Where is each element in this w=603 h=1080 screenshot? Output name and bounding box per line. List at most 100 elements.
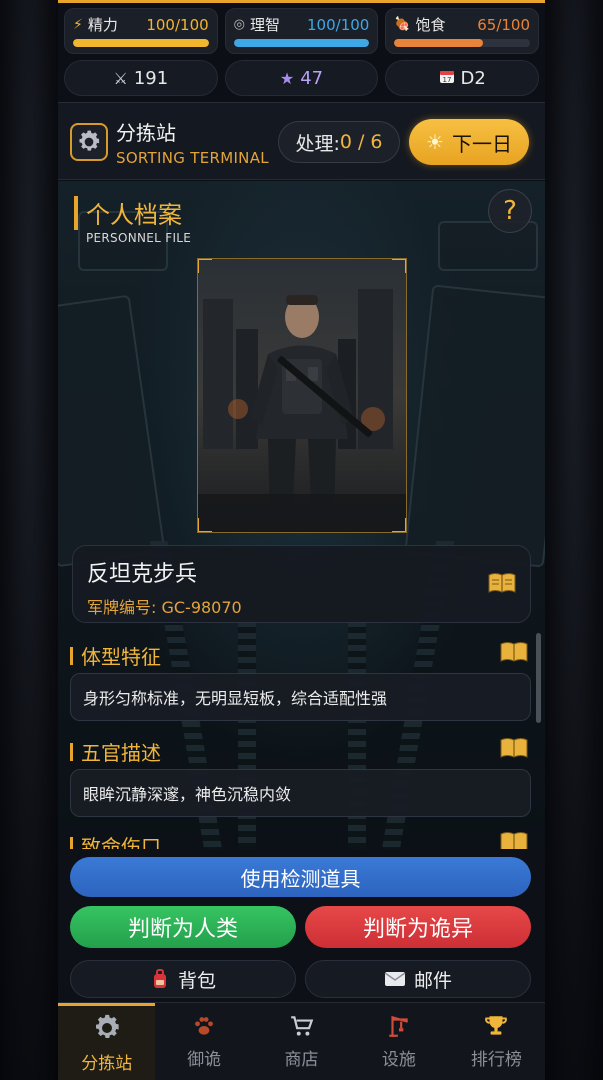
tab-leaderboard[interactable]: 排行榜 xyxy=(448,1003,545,1080)
food-icon: 🍖 xyxy=(394,17,411,32)
frame-corner xyxy=(198,259,212,273)
stat-energy-fill xyxy=(73,39,209,47)
scrollbar[interactable] xyxy=(536,633,541,723)
process-counter: 处理: 0 / 6 xyxy=(278,121,400,163)
stat-hunger-bar xyxy=(394,39,531,47)
kills-value: 191 xyxy=(133,67,169,89)
action-panel: 使用检测道具 判断为人类 判断为诡异 背包 邮件 xyxy=(58,849,545,1002)
frame-corner xyxy=(392,518,406,532)
soldier-portrait xyxy=(198,259,406,532)
section-body-type: 体型特征 xyxy=(70,641,161,670)
right-backdrop xyxy=(545,0,603,1080)
section-marker xyxy=(70,836,73,849)
open-book-icon[interactable] xyxy=(500,831,528,849)
tab-label: 御诡 xyxy=(187,1050,222,1070)
bg-machinery xyxy=(58,294,166,568)
use-detector-button[interactable]: 使用检测道具 xyxy=(70,857,531,897)
section-marker xyxy=(70,742,73,761)
personnel-file-heading: 个人档案 xyxy=(86,201,182,229)
crane-icon xyxy=(389,1015,408,1037)
question-icon: ? xyxy=(503,196,517,226)
tab-shop[interactable]: 商店 xyxy=(253,1003,350,1080)
lightning-icon: ⚡ xyxy=(73,16,83,33)
body-type-description: 身形匀称标准，无明显短板，综合适配性强 xyxy=(70,673,531,721)
portrait-frame xyxy=(197,258,407,533)
sun-icon: ☀ xyxy=(426,130,444,154)
facial-description: 眼眸沉静深邃，神色沉稳内敛 xyxy=(70,769,531,817)
help-button[interactable]: ? xyxy=(488,189,532,233)
tab-label: 商店 xyxy=(284,1050,319,1070)
backpack-icon xyxy=(153,969,166,988)
section-fatal-wound-title: 致命伤口 xyxy=(81,835,161,849)
personnel-file-title: 个人档案 xyxy=(74,195,182,230)
day-value: D2 xyxy=(460,67,486,89)
gear-icon xyxy=(95,1014,119,1038)
bottom-tab-bar: 分拣站 御诡 商店 设施 排行榜 xyxy=(58,1002,545,1080)
svg-text:17: 17 xyxy=(442,76,451,84)
stat-sanity-label: 理智 xyxy=(250,16,281,34)
dog-tag-number: 军牌编号: GC-98070 xyxy=(87,598,242,617)
open-book-icon[interactable] xyxy=(500,641,528,663)
section-fatal-wound: 致命伤口 xyxy=(70,831,161,849)
info-row: ⚔ 191 ★ 47 17 D2 xyxy=(64,60,540,96)
cart-icon xyxy=(290,1016,313,1036)
day-pill[interactable]: 17 D2 xyxy=(385,60,540,96)
open-book-icon[interactable] xyxy=(500,737,528,759)
judge-human-button[interactable]: 判断为人类 xyxy=(70,906,296,948)
frame-corner xyxy=(392,259,406,273)
tab-label: 设施 xyxy=(381,1050,416,1070)
personnel-file-subtitle: PERSONNEL FILE xyxy=(86,231,192,245)
trophy-icon xyxy=(485,1016,508,1035)
stat-energy-bar xyxy=(73,39,209,47)
frame-corner xyxy=(198,518,212,532)
stat-energy: ⚡ 精力 100/100 xyxy=(64,8,218,54)
subject-name: 反坦克步兵 xyxy=(87,562,198,587)
tab-label: 分拣站 xyxy=(81,1054,133,1074)
process-value: 0 / 6 xyxy=(339,131,383,153)
gear-icon xyxy=(79,130,100,151)
section-marker xyxy=(74,195,78,230)
stat-hunger-value: 65/100 xyxy=(477,15,531,34)
stat-sanity-bar xyxy=(233,39,370,47)
tab-taming[interactable]: 御诡 xyxy=(155,1003,252,1080)
paw-icon xyxy=(195,1017,213,1035)
station-title: 分拣站 xyxy=(116,121,176,145)
star-icon: ★ xyxy=(279,68,295,88)
left-backdrop xyxy=(0,0,58,1080)
open-book-icon[interactable] xyxy=(488,572,516,594)
kills-pill[interactable]: ⚔ 191 xyxy=(64,60,218,96)
app-window: ⚡ 精力 100/100 ◎ 理智 100/100 🍖 饱食 65/100 ⚔ … xyxy=(58,0,545,1080)
tab-facilities[interactable]: 设施 xyxy=(350,1003,447,1080)
next-day-button[interactable]: ☀ 下一日 xyxy=(409,119,529,165)
process-label: 处理: xyxy=(295,132,340,155)
file-scene: 个人档案 PERSONNEL FILE ? 反坦克步兵 军牌编号: GC-980… xyxy=(58,181,545,849)
stars-value: 47 xyxy=(300,67,324,89)
stats-row: ⚡ 精力 100/100 ◎ 理智 100/100 🍖 饱食 65/100 xyxy=(64,8,540,54)
brain-icon: ◎ xyxy=(233,17,246,32)
backpack-button[interactable]: 背包 xyxy=(70,960,296,998)
section-marker xyxy=(70,646,73,665)
judge-anomaly-button[interactable]: 判断为诡异 xyxy=(305,906,531,948)
stat-hunger-label: 饱食 xyxy=(415,16,446,34)
stat-sanity-fill xyxy=(233,39,370,47)
tab-sorting-station[interactable]: 分拣站 xyxy=(58,1003,156,1080)
section-facial: 五官描述 xyxy=(70,737,161,766)
identity-card: 反坦克步兵 军牌编号: GC-98070 xyxy=(72,545,531,623)
tab-label: 排行榜 xyxy=(470,1050,522,1070)
mail-icon xyxy=(384,972,406,986)
mail-button[interactable]: 邮件 xyxy=(305,960,531,998)
stat-energy-label: 精力 xyxy=(87,16,118,34)
stat-sanity-value: 100/100 xyxy=(307,15,370,34)
stat-sanity: ◎ 理智 100/100 xyxy=(224,8,379,54)
section-body-type-title: 体型特征 xyxy=(81,645,161,669)
stat-hunger-fill xyxy=(394,39,483,47)
stars-pill[interactable]: ★ 47 xyxy=(224,60,379,96)
bg-machinery xyxy=(404,284,545,568)
crossed-swords-icon: ⚔ xyxy=(113,68,128,88)
station-header: 分拣站 SORTING TERMINAL 处理: 0 / 6 ☀ 下一日 xyxy=(58,102,545,180)
station-gear-button[interactable] xyxy=(70,123,108,161)
backpack-label: 背包 xyxy=(177,969,216,992)
next-day-label: 下一日 xyxy=(451,131,512,156)
mail-label: 邮件 xyxy=(413,969,452,992)
calendar-icon: 17 xyxy=(439,68,455,89)
